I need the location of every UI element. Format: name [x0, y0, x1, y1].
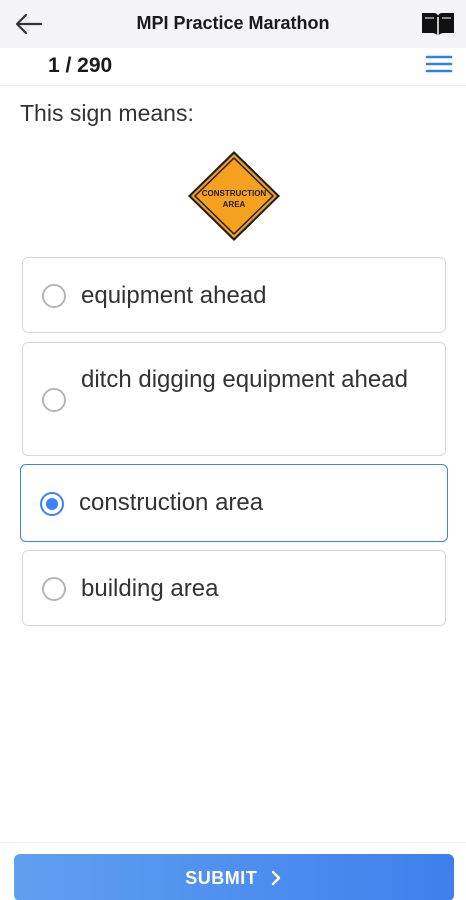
radio-button[interactable]: [42, 577, 66, 601]
answer-option-1[interactable]: equipment ahead: [22, 257, 446, 333]
answer-option-3[interactable]: construction area: [20, 464, 448, 542]
answer-option-2[interactable]: ditch digging equipment ahead: [22, 342, 446, 456]
question-counter: 1 / 290: [48, 54, 113, 77]
question-text: This sign means:: [20, 100, 194, 126]
radio-button-selected[interactable]: [40, 492, 64, 516]
answer-option-label: equipment ahead: [81, 282, 267, 309]
app-title: MPI Practice Marathon: [136, 13, 330, 33]
chevron-right-icon: [271, 870, 280, 886]
submit-label: SUBMIT: [185, 867, 258, 888]
sign-text-line2: AREA: [223, 200, 246, 209]
answer-option-label: building area: [81, 575, 219, 602]
app-header: MPI Practice Marathon: [0, 0, 466, 48]
construction-sign-image: CONSTRUCTION AREA: [188, 151, 280, 241]
footer: SUBMIT: [0, 842, 466, 900]
answer-option-label: construction area: [79, 489, 264, 516]
answer-option-4[interactable]: building area: [22, 550, 446, 626]
progress-bar: 1 / 290: [0, 48, 466, 86]
book-icon[interactable]: [420, 10, 456, 38]
answer-option-label: ditch digging equipment ahead: [81, 366, 408, 393]
sign-text-line1: CONSTRUCTION: [202, 189, 267, 198]
hamburger-menu-icon[interactable]: [424, 52, 454, 76]
submit-button[interactable]: SUBMIT: [14, 854, 454, 900]
radio-button[interactable]: [42, 284, 66, 308]
radio-button[interactable]: [42, 388, 66, 412]
